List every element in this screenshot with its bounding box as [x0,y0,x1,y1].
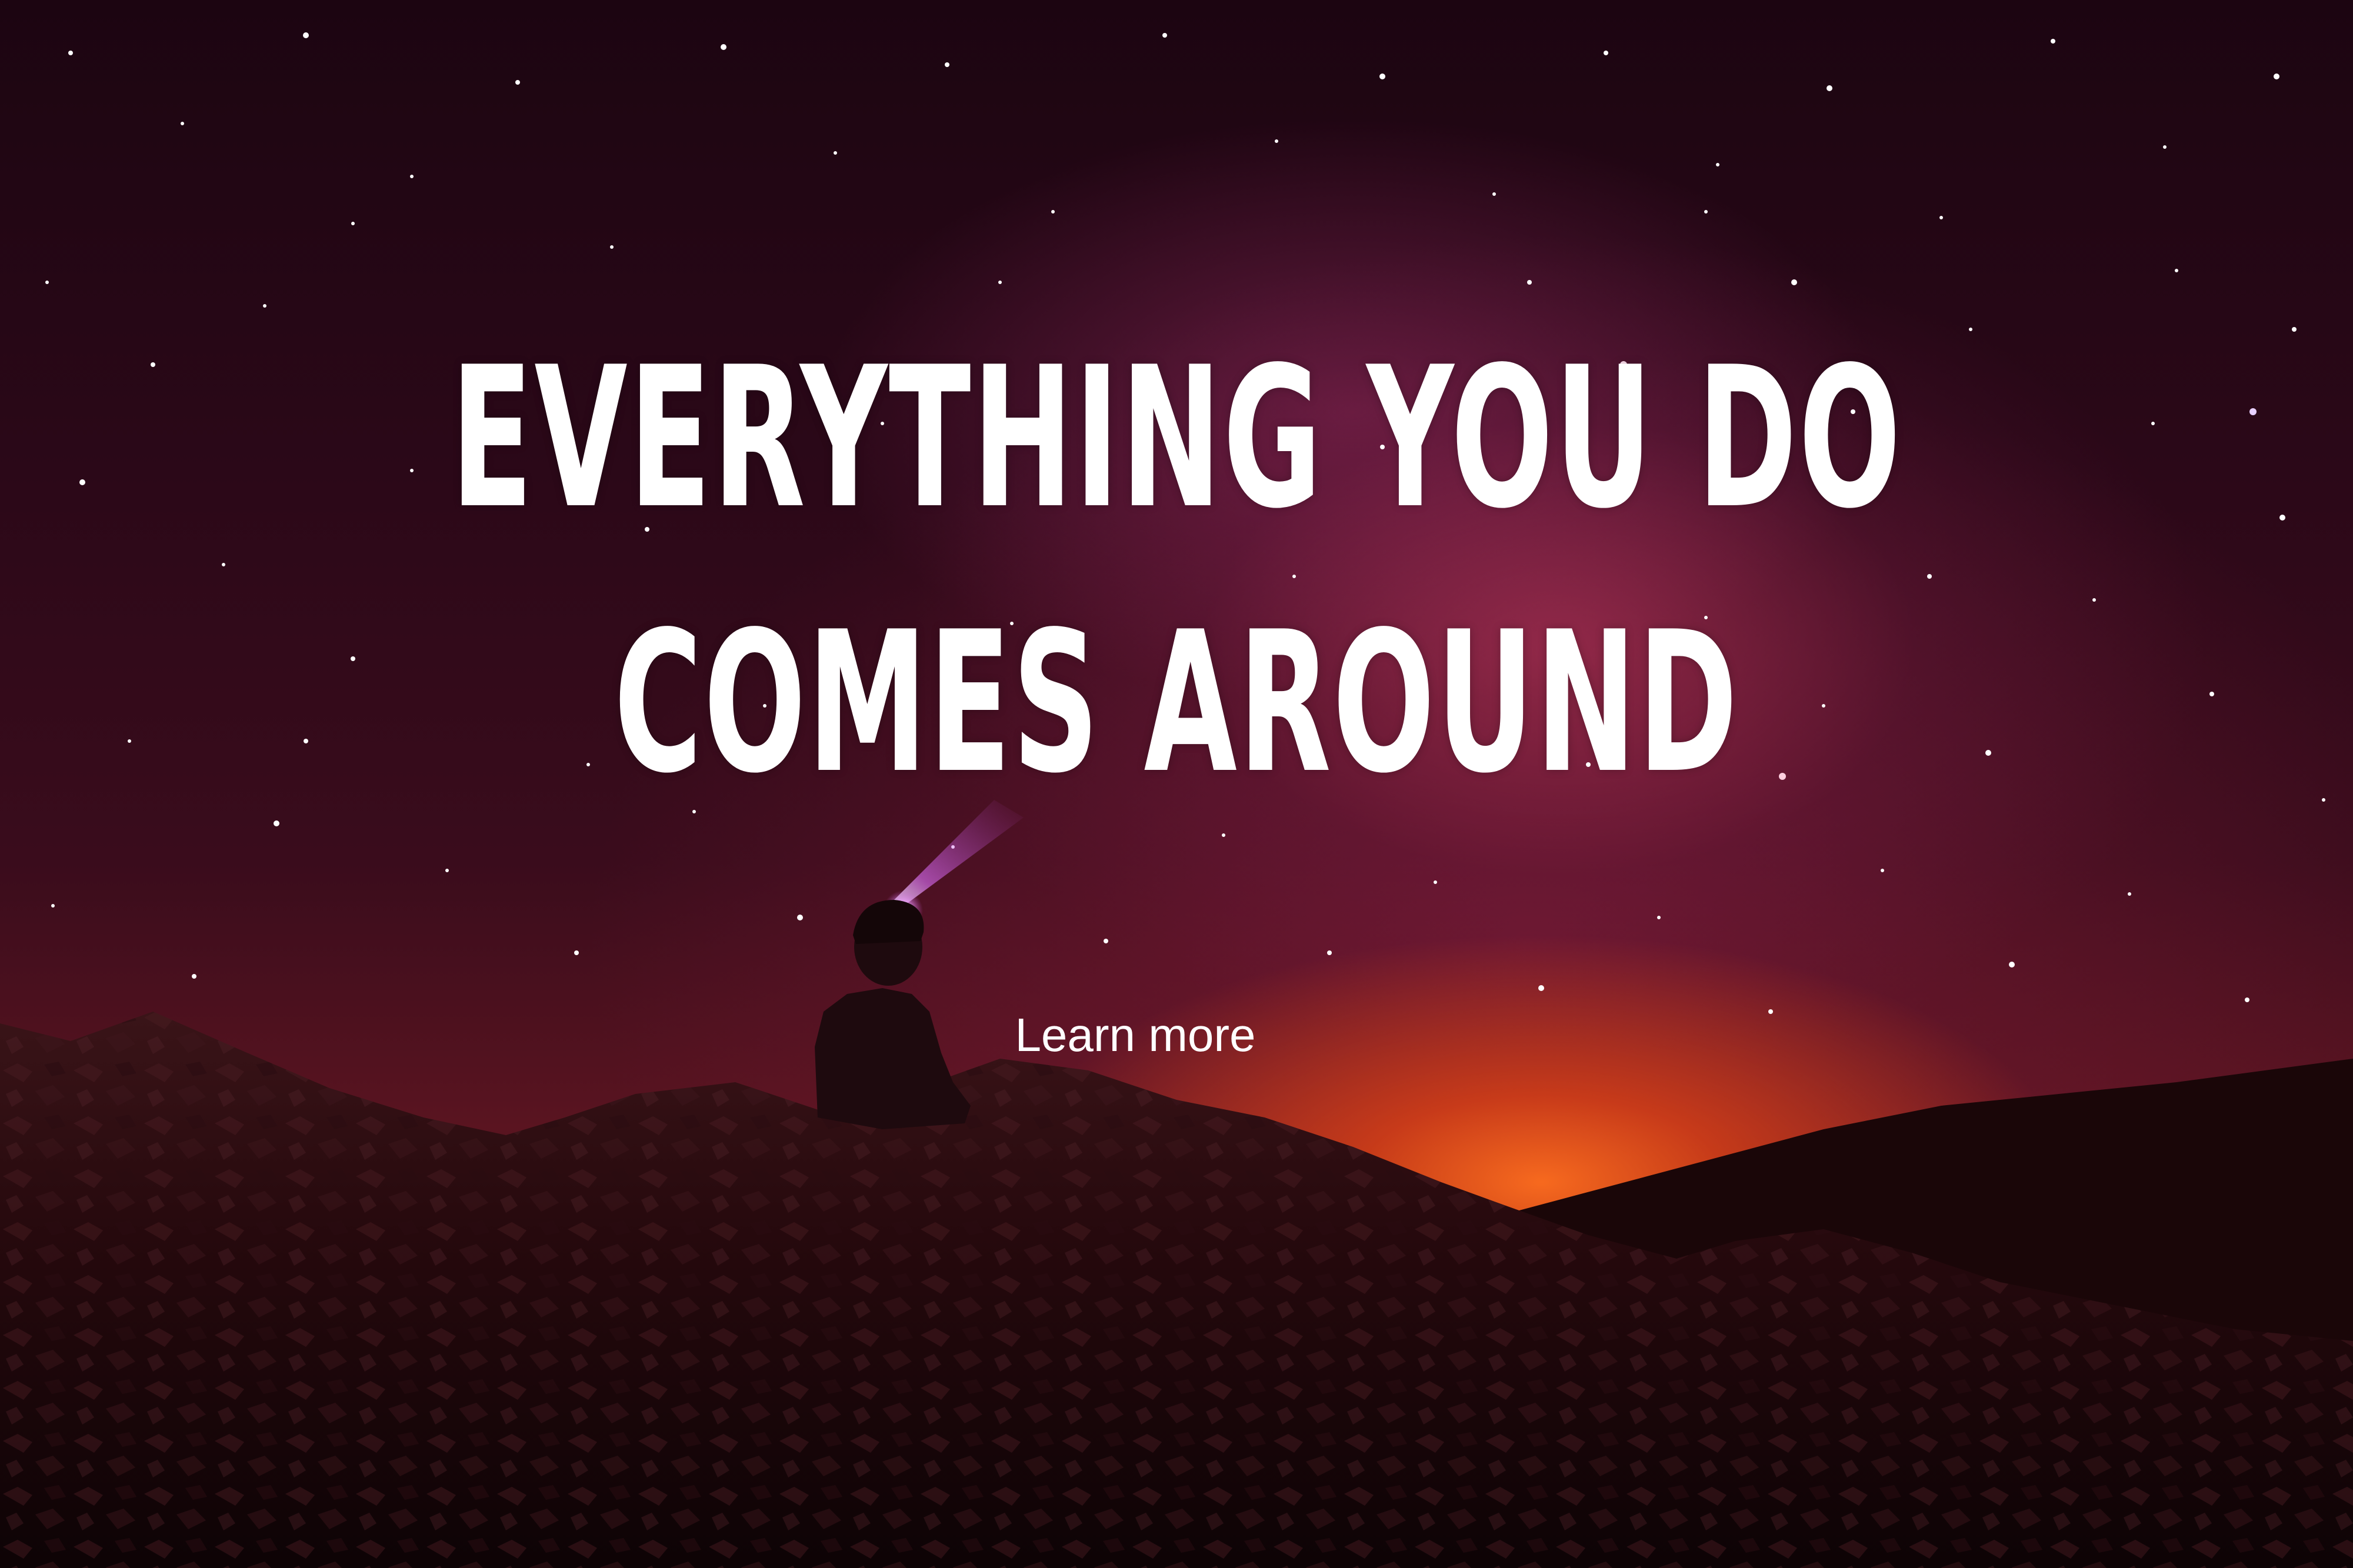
learn-more-link[interactable]: Learn more [971,1000,1300,1070]
hero-section: EVERYTHING YOU DO COMES AROUND Learn mor… [0,0,2353,1568]
person-silhouette [815,900,971,1129]
headline-line-2: COMES AROUND [614,590,1739,816]
headline-line-1: EVERYTHING YOU DO [451,325,1902,551]
hero-headline: EVERYTHING YOU DO COMES AROUND [447,306,1906,835]
